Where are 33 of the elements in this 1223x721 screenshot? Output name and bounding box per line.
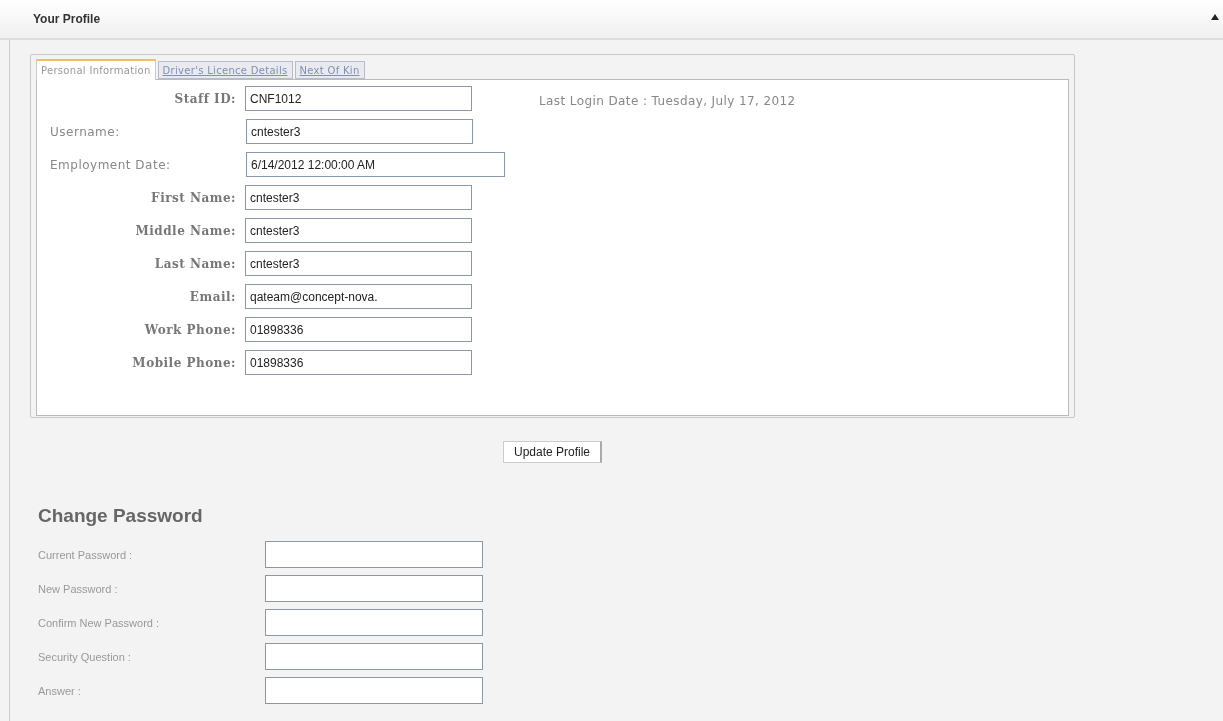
field-label: Mobile Phone: xyxy=(131,355,237,370)
input-field[interactable]: qateam@concept-nova. xyxy=(245,284,472,309)
field-label: First Name: xyxy=(150,190,237,205)
update-profile-button[interactable]: Update Profile xyxy=(502,441,602,463)
input-field[interactable] xyxy=(265,677,483,704)
input-field[interactable]: cntester3 xyxy=(245,218,472,243)
field-label: Answer : xyxy=(38,684,82,697)
field-label: New Password : xyxy=(38,582,119,595)
field-label: Middle Name: xyxy=(134,223,237,238)
field-label: Username: xyxy=(49,124,121,139)
last-login-text: Last Login Date : Tuesday, July 17, 2012 xyxy=(539,94,796,108)
input-field[interactable] xyxy=(265,541,483,568)
field-label: Last Name: xyxy=(153,256,237,271)
input-field[interactable]: 01898336 xyxy=(245,317,472,342)
input-field[interactable]: cntester3 xyxy=(245,251,472,276)
input-field[interactable] xyxy=(265,609,483,636)
input-field[interactable]: CNF1012 xyxy=(245,86,472,111)
input-field[interactable]: 6/14/2012 12:00:00 AM xyxy=(246,152,505,177)
input-field[interactable]: cntester3 xyxy=(246,119,473,144)
input-field[interactable] xyxy=(265,575,483,602)
field-label: Work Phone: xyxy=(143,322,237,337)
input-field[interactable] xyxy=(265,643,483,670)
field-label: Security Question : xyxy=(38,650,132,663)
input-field[interactable]: cntester3 xyxy=(245,185,472,210)
field-label: Staff ID: xyxy=(173,91,237,106)
field-label: Employment Date: xyxy=(49,157,172,172)
field-label: Email: xyxy=(188,289,237,304)
field-label: Current Password : xyxy=(38,548,134,561)
field-label: Confirm New Password : xyxy=(38,616,161,629)
collapse-icon[interactable] xyxy=(1211,14,1219,20)
input-field[interactable]: 01898336 xyxy=(245,350,472,375)
section-heading: Change Password xyxy=(38,505,204,527)
page-title: Your Profile xyxy=(33,12,101,26)
